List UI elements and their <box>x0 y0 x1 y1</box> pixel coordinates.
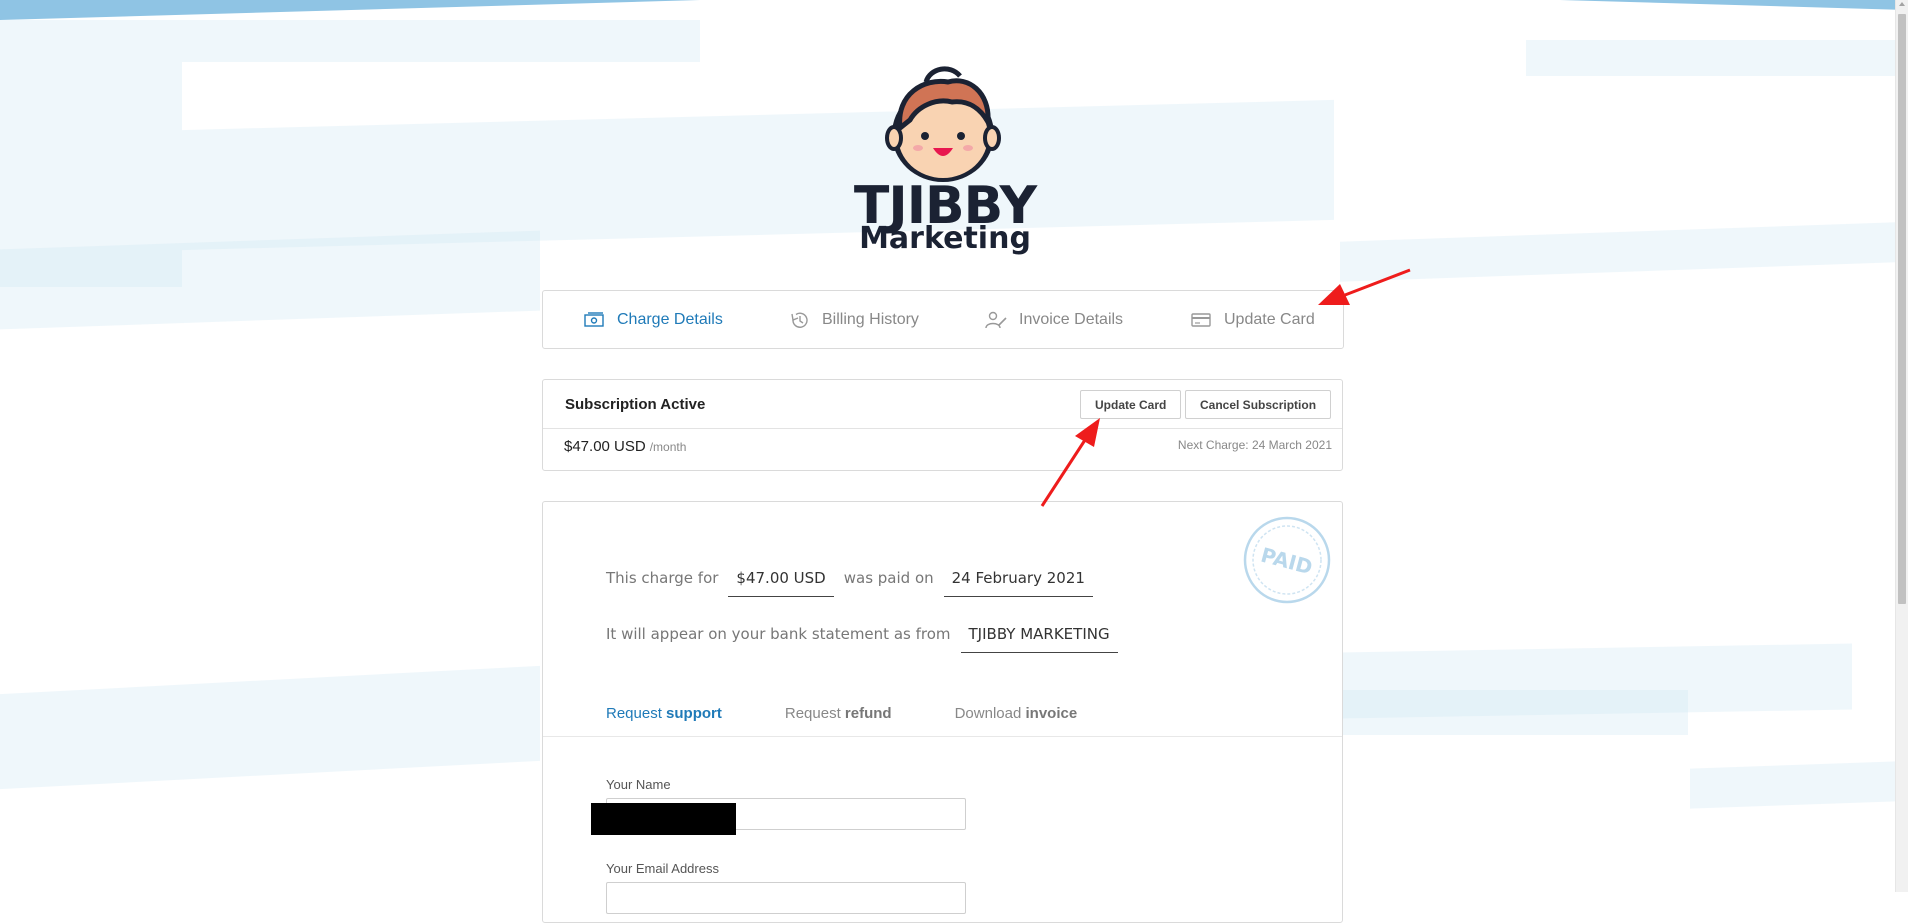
annotation-arrow-icon <box>1318 268 1411 305</box>
annotation-arrow-icon <box>1040 418 1100 507</box>
annotation-overlay <box>1040 268 1411 507</box>
